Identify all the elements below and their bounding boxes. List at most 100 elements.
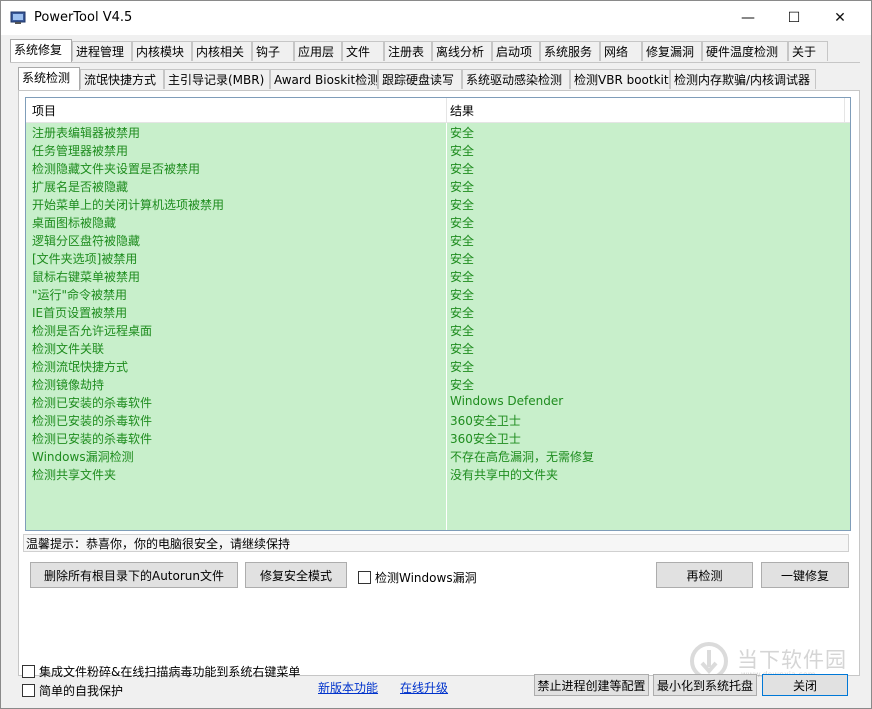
minimize-to-tray-button[interactable]: 最小化到系统托盘 xyxy=(653,674,757,696)
row-item: 检测已安装的杀毒软件 xyxy=(32,396,153,410)
close-button[interactable]: 关闭 xyxy=(762,674,848,696)
tab-about[interactable]: 关于 xyxy=(788,41,828,61)
maximize-icon: ☐ xyxy=(787,10,801,26)
checkbox-label: 简单的自我保护 xyxy=(39,684,124,698)
table-row[interactable]: IE首页设置被禁用 安全 xyxy=(26,303,850,321)
check-results-list[interactable]: 项目 结果 注册表编辑器被禁用 安全 任务管理器被禁用 安全 检测隐藏文件夹设置是否… xyxy=(25,97,851,531)
tab-repair-vulnerabilities[interactable]: 修复漏洞 xyxy=(642,41,702,61)
subtab-driver-infection[interactable]: 系统驱动感染检测 xyxy=(462,69,570,89)
checkbox-label: 检测Windows漏洞 xyxy=(375,571,477,585)
table-row[interactable]: Windows漏洞检测 不存在高危漏洞，无需修复 xyxy=(26,447,850,465)
row-result: 360安全卫士 xyxy=(450,432,521,446)
column-header-result[interactable]: 结果 xyxy=(450,102,474,119)
minimize-icon: — xyxy=(741,10,755,26)
table-row[interactable]: 任务管理器被禁用 安全 xyxy=(26,141,850,159)
table-row[interactable]: 检测已安装的杀毒软件 360安全卫士 xyxy=(26,411,850,429)
row-item: "运行"命令被禁用 xyxy=(32,288,128,302)
table-row[interactable]: "运行"命令被禁用 安全 xyxy=(26,285,850,303)
checkbox-box[interactable] xyxy=(358,571,371,584)
tab-kernel-related[interactable]: 内核相关 xyxy=(192,41,252,61)
row-item: 检测共享文件夹 xyxy=(32,468,117,482)
table-row[interactable]: [文件夹选项]被禁用 安全 xyxy=(26,249,850,267)
row-result: 安全 xyxy=(450,180,475,194)
subtab-mbr[interactable]: 主引导记录(MBR) xyxy=(164,69,270,89)
row-item: 检测镜像劫持 xyxy=(32,378,105,392)
tab-system-services[interactable]: 系统服务 xyxy=(540,41,600,61)
column-header-item[interactable]: 项目 xyxy=(32,102,56,119)
online-upgrade-link[interactable]: 在线升级 xyxy=(400,679,448,696)
column-separator[interactable] xyxy=(446,98,447,122)
delete-autorun-button[interactable]: 删除所有根目录下的Autorun文件 xyxy=(30,562,238,588)
row-item: 开始菜单上的关闭计算机选项被禁用 xyxy=(32,198,225,212)
table-row[interactable]: 逻辑分区盘符被隐藏 安全 xyxy=(26,231,850,249)
row-result: 360安全卫士 xyxy=(450,414,521,428)
row-result: 安全 xyxy=(450,198,475,212)
subtab-track-disk-io[interactable]: 跟踪硬盘读写 xyxy=(378,69,462,89)
table-row[interactable]: 检测文件关联 安全 xyxy=(26,339,850,357)
tab-application-layer[interactable]: 应用层 xyxy=(294,41,342,61)
row-result: 安全 xyxy=(450,216,475,230)
new-features-link[interactable]: 新版本功能 xyxy=(318,679,378,696)
table-row[interactable]: 检测已安装的杀毒软件 360安全卫士 xyxy=(26,429,850,447)
checkbox-box[interactable] xyxy=(22,684,35,697)
table-row[interactable]: 开始菜单上的关闭计算机选项被禁用 安全 xyxy=(26,195,850,213)
row-item: 任务管理器被禁用 xyxy=(32,144,129,158)
recheck-button[interactable]: 再检测 xyxy=(656,562,753,588)
app-window: PowerTool V4.5 — ☐ ✕ 系统修复 进程管理 内核模块 内核相关… xyxy=(0,0,872,709)
maximize-button[interactable]: ☐ xyxy=(771,1,817,35)
row-item: 检测已安装的杀毒软件 xyxy=(32,414,153,428)
subtab-system-check[interactable]: 系统检测 xyxy=(18,67,80,90)
table-row[interactable] xyxy=(26,483,850,501)
table-row[interactable]: 检测已安装的杀毒软件 Windows Defender xyxy=(26,393,850,411)
subtab-rogue-shortcuts[interactable]: 流氓快捷方式 xyxy=(80,69,164,89)
subtab-vbr-bootkit[interactable]: 检测VBR bootkit xyxy=(570,69,670,89)
title-bar: PowerTool V4.5 — ☐ ✕ xyxy=(1,1,871,35)
table-row[interactable]: 注册表编辑器被禁用 安全 xyxy=(26,123,850,141)
one-click-repair-button[interactable]: 一键修复 xyxy=(761,562,849,588)
row-item: 检测文件关联 xyxy=(32,342,105,356)
self-protect-checkbox[interactable]: 简单的自我保护 xyxy=(22,682,123,699)
close-window-button[interactable]: ✕ xyxy=(817,1,863,35)
table-row[interactable]: 检测隐藏文件夹设置是否被禁用 安全 xyxy=(26,159,850,177)
tab-registry[interactable]: 注册表 xyxy=(384,41,432,61)
row-result: Windows Defender xyxy=(450,394,564,408)
checkbox-label: 集成文件粉碎&在线扫描病毒功能到系统右键菜单 xyxy=(39,665,301,679)
row-result: 安全 xyxy=(450,126,475,140)
tab-files[interactable]: 文件 xyxy=(342,41,384,61)
row-item: 检测隐藏文件夹设置是否被禁用 xyxy=(32,162,201,176)
table-row[interactable]: 扩展名是否被隐藏 安全 xyxy=(26,177,850,195)
window-title: PowerTool V4.5 xyxy=(34,10,133,25)
row-result: 安全 xyxy=(450,306,475,320)
close-icon: ✕ xyxy=(834,10,846,26)
tab-hardware-temperature[interactable]: 硬件温度检测 xyxy=(702,41,788,61)
column-separator[interactable] xyxy=(844,98,845,122)
integrate-context-menu-checkbox[interactable]: 集成文件粉碎&在线扫描病毒功能到系统右键菜单 xyxy=(22,663,300,680)
tab-process-manager[interactable]: 进程管理 xyxy=(72,41,132,61)
row-item: 检测流氓快捷方式 xyxy=(32,360,129,374)
table-row[interactable]: 检测镜像劫持 安全 xyxy=(26,375,850,393)
main-tabs-baseline xyxy=(10,62,860,63)
subtab-award-bioskit[interactable]: Award Bioskit检测 xyxy=(270,69,378,89)
subtab-memory-spoof-debugger[interactable]: 检测内存欺骗/内核调试器 xyxy=(670,69,816,89)
repair-safe-mode-button[interactable]: 修复安全模式 xyxy=(245,562,347,588)
table-row[interactable] xyxy=(26,501,850,519)
tab-network[interactable]: 网络 xyxy=(600,41,642,61)
row-result: 安全 xyxy=(450,252,475,266)
row-result: 安全 xyxy=(450,270,475,284)
row-result: 安全 xyxy=(450,324,475,338)
minimize-button[interactable]: — xyxy=(725,1,771,35)
detect-windows-vuln-checkbox[interactable]: 检测Windows漏洞 xyxy=(358,569,477,586)
tab-offline-analysis[interactable]: 离线分析 xyxy=(432,41,492,61)
checkbox-box[interactable] xyxy=(22,665,35,678)
tab-hooks[interactable]: 钩子 xyxy=(252,41,294,61)
table-row[interactable]: 鼠标右键菜单被禁用 安全 xyxy=(26,267,850,285)
tab-system-repair[interactable]: 系统修复 xyxy=(10,39,72,62)
table-row[interactable]: 检测共享文件夹 没有共享中的文件夹 xyxy=(26,465,850,483)
table-row[interactable]: 桌面图标被隐藏 安全 xyxy=(26,213,850,231)
tab-kernel-modules[interactable]: 内核模块 xyxy=(132,41,192,61)
table-row[interactable]: 检测流氓快捷方式 安全 xyxy=(26,357,850,375)
block-process-config-button[interactable]: 禁止进程创建等配置 xyxy=(534,674,649,696)
table-row[interactable]: 检测是否允许远程桌面 安全 xyxy=(26,321,850,339)
tab-startup-items[interactable]: 启动项 xyxy=(492,41,540,61)
row-item: Windows漏洞检测 xyxy=(32,450,134,464)
